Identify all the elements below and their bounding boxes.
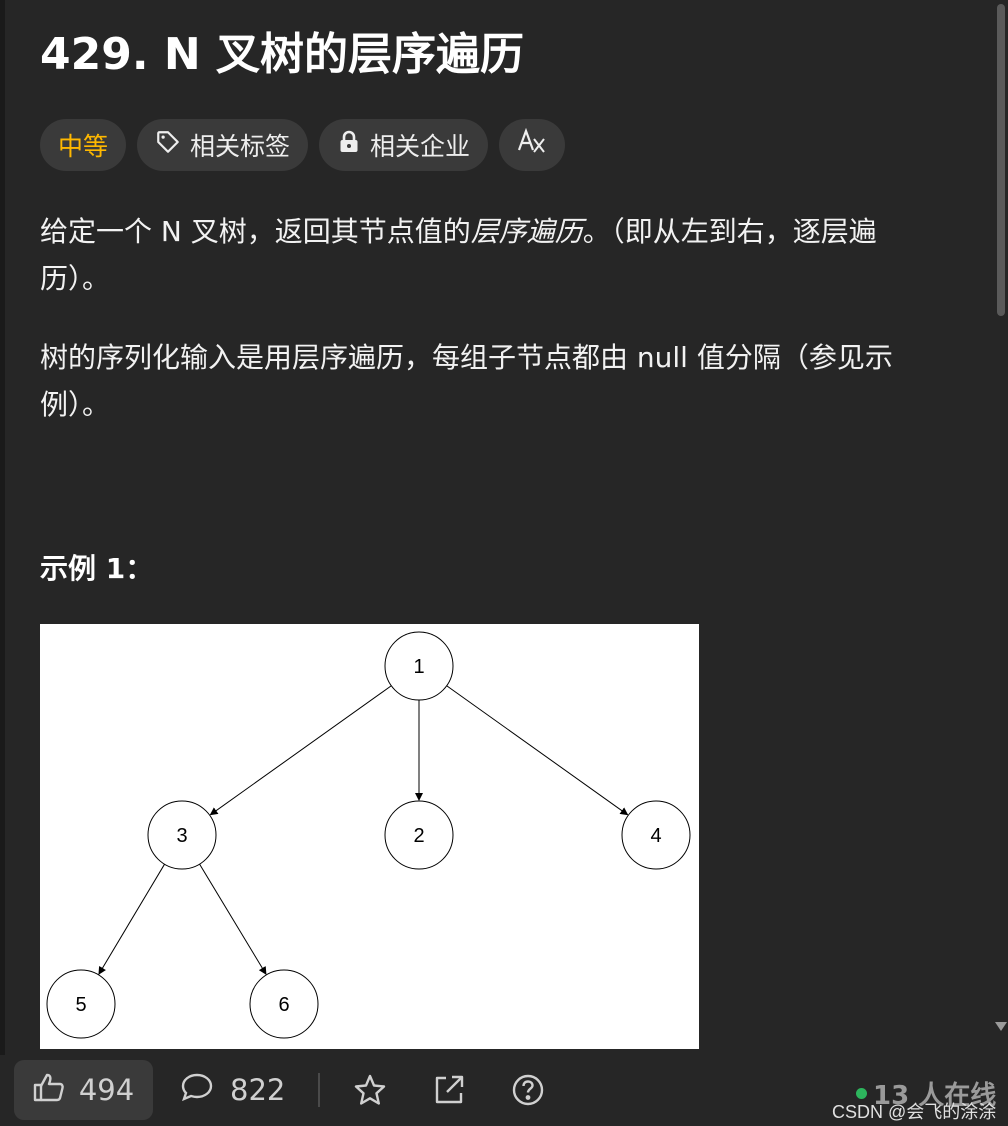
toolbar-divider xyxy=(318,1073,320,1107)
related-tags-label: 相关标签 xyxy=(190,132,291,161)
difficulty-label: 中等 xyxy=(58,132,109,161)
example-tree-image: 1 3 2 4 5 6 xyxy=(40,624,699,1049)
tree-edge-1-4 xyxy=(446,685,629,816)
comment-button[interactable]: 822 xyxy=(180,1060,285,1120)
tree-edge-1-3 xyxy=(209,685,392,816)
like-button[interactable]: 494 xyxy=(14,1060,153,1120)
like-count: 494 xyxy=(78,1073,135,1107)
problem-title: 429. N 叉树的层序遍历 xyxy=(40,29,525,80)
scrollbar[interactable] xyxy=(993,0,1008,1055)
tag-row: 中等 相关标签 相关企业 xyxy=(40,119,566,171)
tree-node-label: 4 xyxy=(650,825,661,847)
help-button[interactable] xyxy=(511,1073,545,1107)
lock-icon xyxy=(337,129,361,161)
tree-node-6: 6 xyxy=(249,969,319,1039)
related-companies-button[interactable]: 相关企业 xyxy=(319,119,489,171)
example-title: 示例 1： xyxy=(40,552,154,585)
thumbs-up-icon xyxy=(33,1072,65,1109)
related-companies-label: 相关企业 xyxy=(370,132,471,161)
favorite-button[interactable] xyxy=(353,1073,387,1107)
tree-node-label: 5 xyxy=(75,994,86,1016)
tree-node-2: 2 xyxy=(384,800,454,870)
translate-icon xyxy=(517,127,547,162)
tree-edge-3-6 xyxy=(199,863,267,975)
tree-node-3: 3 xyxy=(147,800,217,870)
tree-node-4: 4 xyxy=(621,800,691,870)
description-p1-emphasis: 层序遍历 xyxy=(470,215,583,248)
scroll-down-arrow-icon[interactable] xyxy=(995,1022,1007,1031)
tree-diagram: 1 3 2 4 5 6 xyxy=(46,631,691,1039)
tree-node-label: 3 xyxy=(176,825,187,847)
description-paragraph-1: 给定一个 N 叉树，返回其节点值的层序遍历。（即从左到右，逐层遍历）。 xyxy=(40,208,940,302)
description-paragraph-2: 树的序列化输入是用层序遍历，每组子节点都由 null 值分隔（参见示例）。 xyxy=(40,341,893,421)
share-icon xyxy=(432,1075,466,1111)
tree-node-1: 1 xyxy=(384,631,454,701)
tree-node-label: 6 xyxy=(278,994,289,1016)
related-tags-button[interactable]: 相关标签 xyxy=(137,119,309,171)
bottom-action-bar: 494 822 13 人在线 CSDN @会飞的涂涂 xyxy=(0,1055,1008,1126)
difficulty-badge[interactable]: 中等 xyxy=(40,119,127,171)
star-icon xyxy=(353,1074,387,1111)
scroll-thumb[interactable] xyxy=(997,4,1005,316)
tree-node-5: 5 xyxy=(46,969,116,1039)
share-button[interactable] xyxy=(432,1073,466,1107)
translate-button[interactable] xyxy=(499,119,566,171)
tree-node-label: 2 xyxy=(413,825,424,847)
comment-icon xyxy=(180,1072,214,1109)
watermark: CSDN @会飞的涂涂 xyxy=(832,1102,997,1122)
comment-count: 822 xyxy=(230,1073,286,1107)
help-icon xyxy=(511,1074,545,1111)
left-edge xyxy=(0,0,5,1126)
tree-node-label: 1 xyxy=(413,656,424,678)
description-p1-start: 给定一个 N 叉树，返回其节点值的 xyxy=(40,215,471,248)
tree-edge-3-5 xyxy=(98,863,165,975)
tag-icon xyxy=(155,129,181,161)
